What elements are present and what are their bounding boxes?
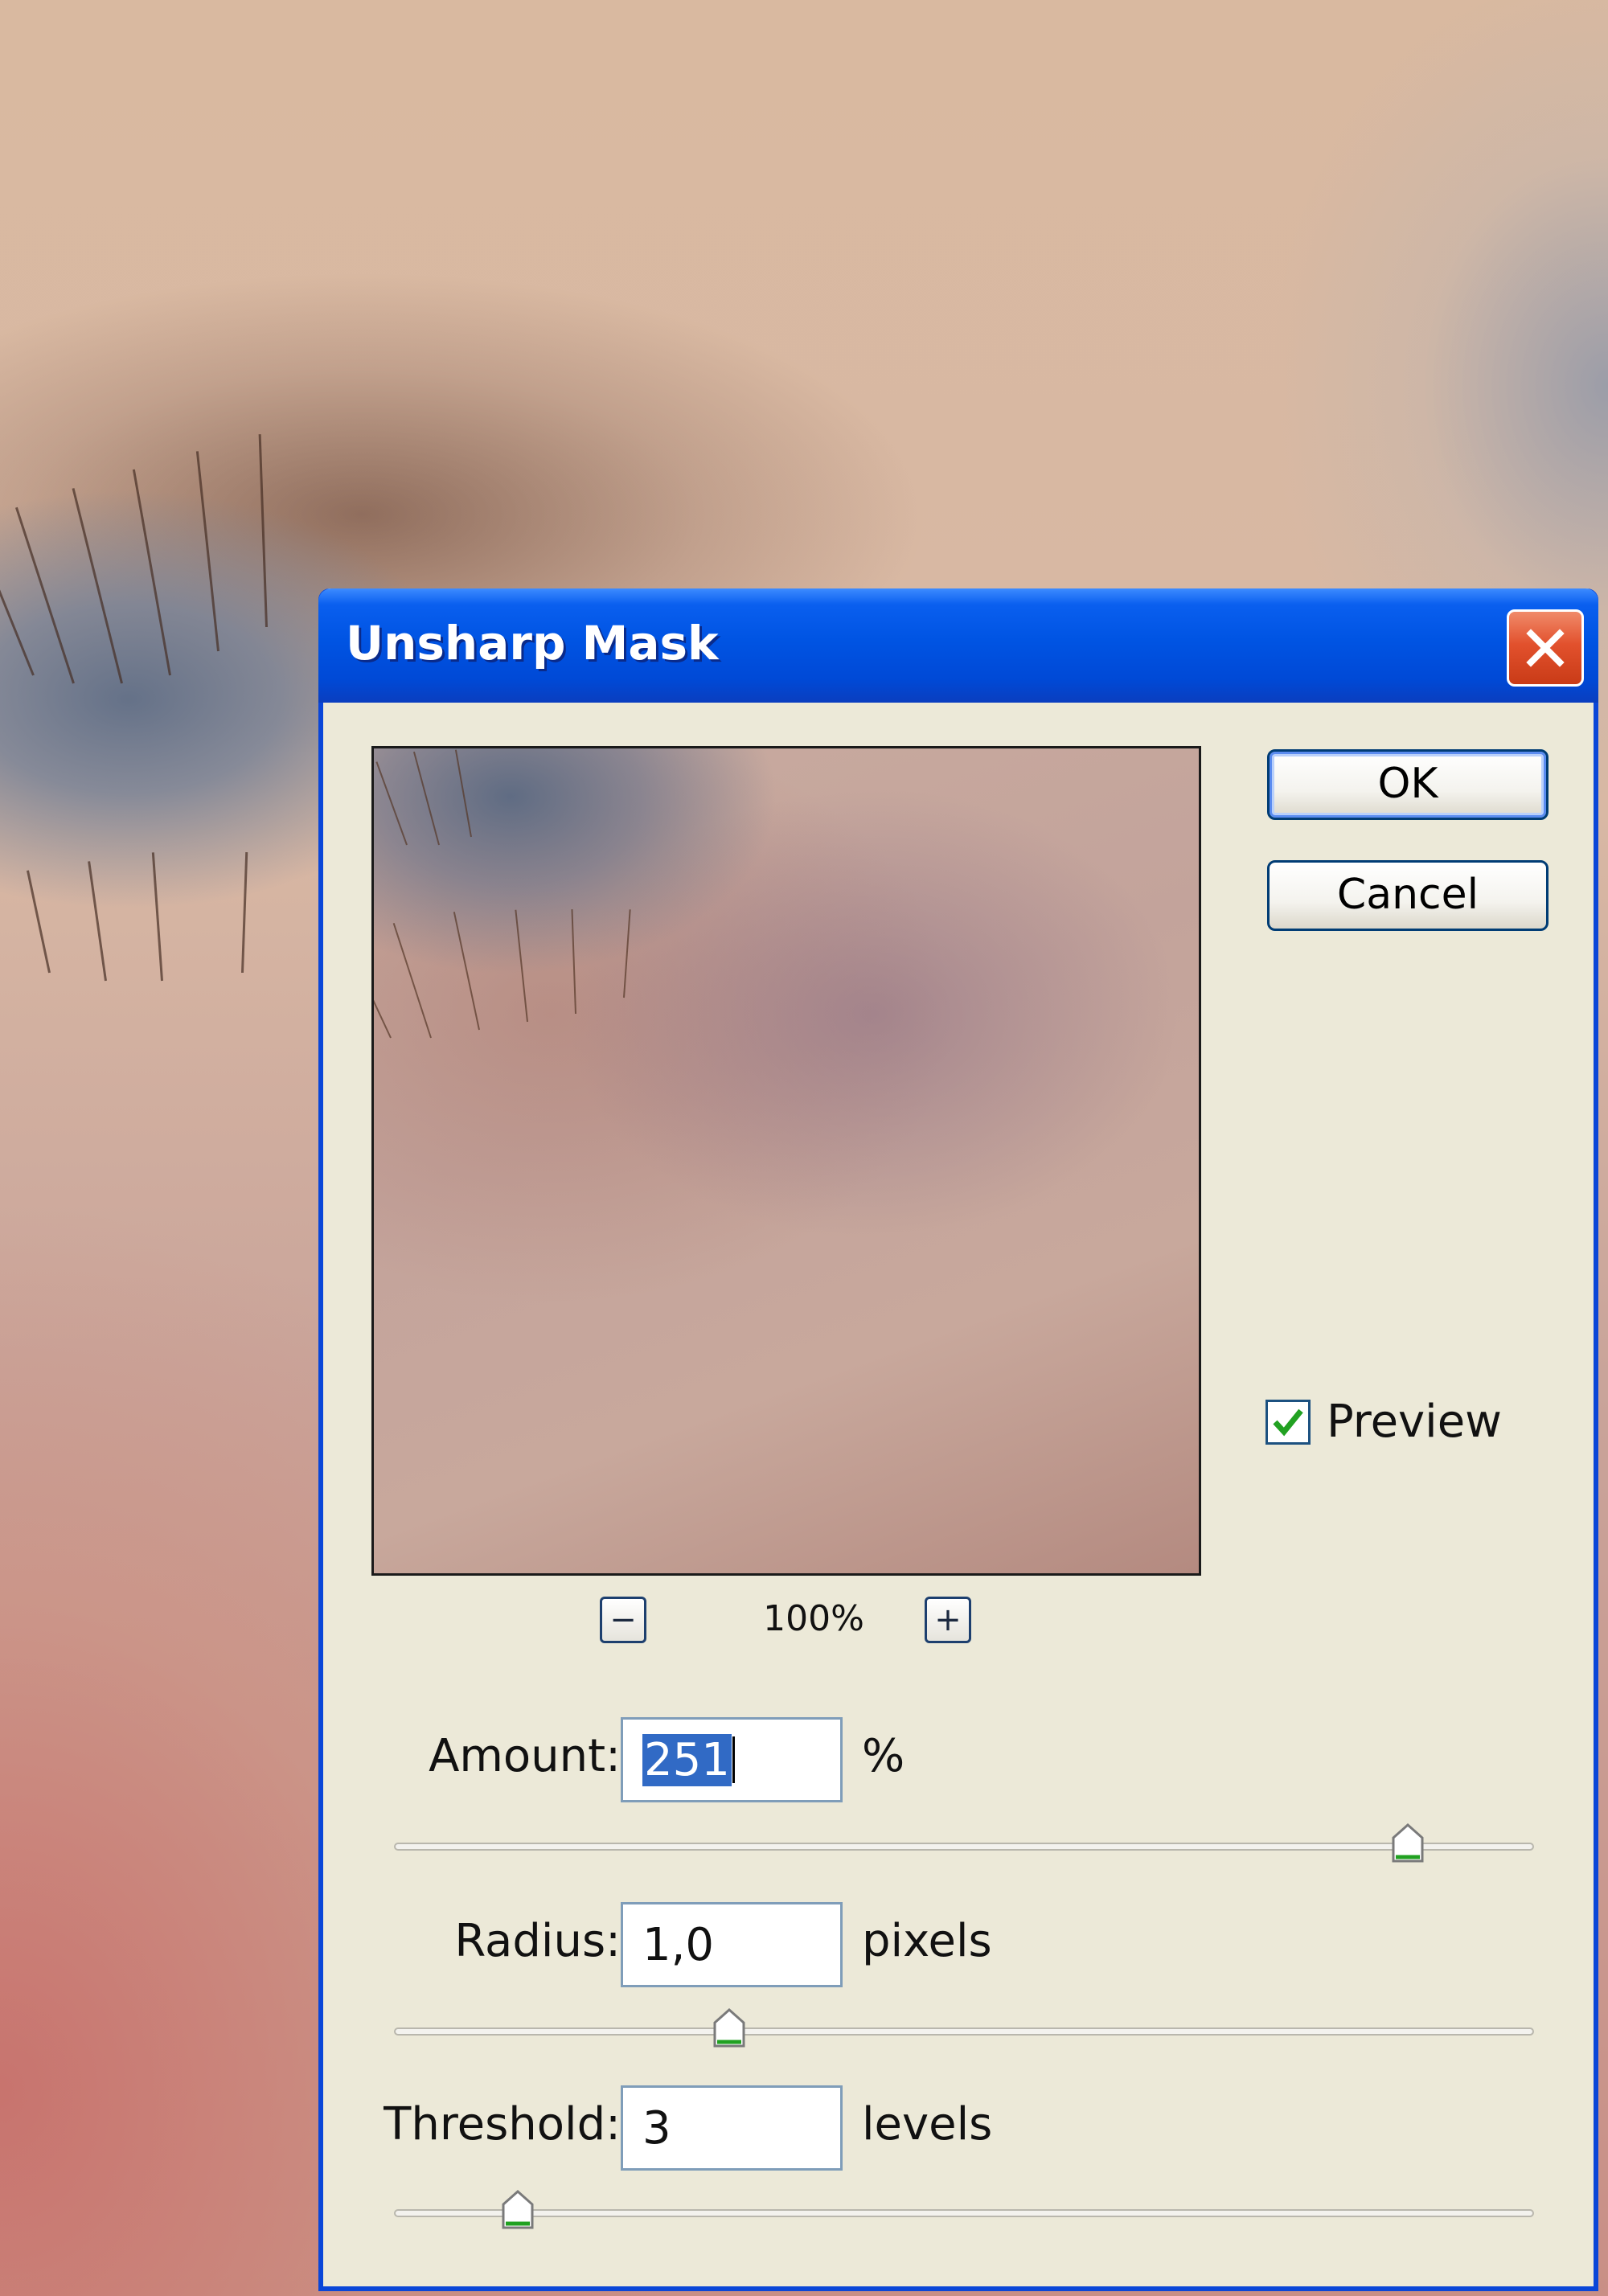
amount-label: Amount: bbox=[429, 1730, 621, 1782]
text-caret bbox=[732, 1736, 735, 1783]
eyelash bbox=[453, 912, 480, 1031]
eyelash bbox=[151, 852, 163, 982]
preview-checkbox[interactable]: Preview bbox=[1265, 1396, 1502, 1448]
plus-icon: + bbox=[934, 1601, 962, 1638]
amount-slider[interactable] bbox=[394, 1843, 1534, 1851]
radius-input[interactable]: 1,0 bbox=[621, 1902, 843, 1987]
dialog-title: Unsharp Mask bbox=[346, 616, 719, 670]
amount-slider-thumb[interactable] bbox=[1391, 1823, 1425, 1863]
eyelash bbox=[375, 761, 408, 846]
unsharp-mask-dialog: Unsharp Mask − 100% + OK Cancel Preview bbox=[318, 588, 1598, 2291]
minus-icon: − bbox=[609, 1601, 637, 1638]
eyelash bbox=[571, 909, 576, 1015]
eyelash bbox=[132, 469, 171, 676]
zoom-level: 100% bbox=[763, 1598, 864, 1639]
eyelash bbox=[515, 909, 528, 1023]
radius-slider[interactable] bbox=[394, 2027, 1534, 2036]
radius-label: Radius: bbox=[454, 1915, 621, 1967]
amount-input[interactable]: 251 bbox=[621, 1717, 843, 1802]
threshold-unit: levels bbox=[862, 2098, 993, 2150]
threshold-input[interactable]: 3 bbox=[621, 2085, 843, 2171]
eyelash bbox=[72, 488, 123, 684]
eyelash bbox=[392, 923, 432, 1039]
eyelash bbox=[27, 870, 51, 974]
amount-unit: % bbox=[862, 1730, 905, 1782]
radius-value: 1,0 bbox=[642, 1918, 715, 1971]
ok-button[interactable]: OK bbox=[1267, 749, 1549, 820]
eyelash bbox=[623, 909, 631, 998]
eyelash bbox=[88, 861, 107, 982]
eyelash bbox=[241, 852, 248, 974]
close-button[interactable] bbox=[1507, 609, 1584, 687]
eyelash bbox=[195, 451, 219, 652]
zoom-out-button[interactable]: − bbox=[600, 1597, 646, 1643]
checkbox[interactable] bbox=[1265, 1399, 1311, 1445]
eyelash bbox=[374, 935, 392, 1039]
eyelash bbox=[454, 749, 472, 838]
amount-value: 251 bbox=[642, 1733, 732, 1786]
cancel-button[interactable]: Cancel bbox=[1267, 860, 1549, 931]
threshold-slider[interactable] bbox=[394, 2209, 1534, 2217]
close-icon bbox=[1526, 629, 1565, 667]
threshold-value: 3 bbox=[642, 2101, 671, 2155]
radius-slider-thumb[interactable] bbox=[712, 2008, 746, 2048]
preview-label: Preview bbox=[1327, 1396, 1502, 1448]
eyelash bbox=[258, 434, 268, 628]
title-bar[interactable]: Unsharp Mask bbox=[318, 588, 1598, 703]
eyelash bbox=[412, 751, 440, 846]
radius-unit: pixels bbox=[862, 1915, 992, 1967]
zoom-in-button[interactable]: + bbox=[925, 1597, 971, 1643]
checkmark-icon bbox=[1273, 1408, 1303, 1436]
filter-preview-image[interactable] bbox=[371, 746, 1201, 1576]
threshold-label: Threshold: bbox=[384, 2098, 621, 2150]
threshold-slider-thumb[interactable] bbox=[501, 2190, 535, 2230]
